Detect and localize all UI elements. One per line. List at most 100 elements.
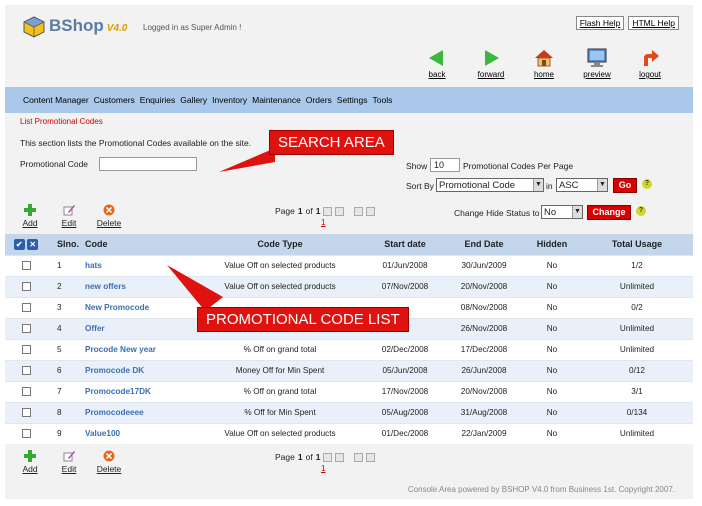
row-end-date: 31/Aug/2008: [445, 401, 523, 423]
add-plus-icon: [24, 450, 36, 462]
first-page-icon[interactable]: [323, 206, 333, 216]
brand-name: BShop V4.0: [49, 16, 127, 36]
preview-button[interactable]: preview: [575, 48, 619, 79]
row-checkbox[interactable]: [21, 282, 31, 292]
row-hidden: No: [523, 338, 581, 360]
menu-customers[interactable]: Customers: [94, 95, 135, 105]
row-total-usage: 1/2: [581, 254, 693, 276]
logout-button[interactable]: logout: [628, 48, 672, 79]
add-plus-icon: [24, 204, 36, 216]
row-checkbox[interactable]: [21, 429, 31, 439]
forward-label: forward: [477, 70, 505, 79]
menu-inventory[interactable]: Inventory: [212, 95, 247, 105]
row-select-cell: [5, 401, 47, 423]
row-slno: 6: [47, 359, 85, 381]
forward-button[interactable]: forward: [469, 48, 513, 79]
row-select-cell: [5, 317, 47, 339]
col-code: Code: [85, 234, 195, 255]
hide-status-value: No: [544, 206, 557, 218]
next-page-icon[interactable]: [354, 452, 364, 462]
row-end-date: 20/Nov/2008: [445, 275, 523, 297]
pager-total: 1: [315, 452, 321, 462]
menu-maintenance[interactable]: Maintenance: [252, 95, 301, 105]
row-code-link[interactable]: Offer: [85, 317, 195, 339]
help-icon[interactable]: ?: [642, 179, 652, 189]
row-checkbox[interactable]: [21, 366, 31, 376]
table-row: 9 Value100 Value Off on selected product…: [5, 422, 693, 444]
prev-page-icon[interactable]: [335, 206, 345, 216]
delete-button[interactable]: Delete: [95, 204, 123, 228]
back-arrow-icon: [429, 50, 443, 66]
page-1-link[interactable]: 1: [321, 464, 325, 473]
table-header-row: ✔ ✕ Slno. Code Code Type Start date End …: [5, 234, 693, 255]
home-icon: [535, 50, 553, 67]
row-code-link[interactable]: Promocode DK: [85, 359, 195, 381]
promo-list-callout: PROMOTIONAL CODE LIST: [197, 307, 409, 332]
flash-help-link[interactable]: Flash Help: [575, 16, 625, 30]
table-row: 5 Procode New year % Off on grand total …: [5, 338, 693, 360]
help-links: Flash Help HTML Help: [575, 16, 679, 30]
table-row: 2 new offers Value Off on selected produ…: [5, 275, 693, 297]
logout-arrow-icon: [644, 50, 659, 66]
row-start-date: 01/Dec/2008: [365, 422, 445, 444]
row-checkbox[interactable]: [21, 387, 31, 397]
sort-by-label: Sort By: [406, 181, 434, 191]
per-page-input[interactable]: 10: [430, 158, 460, 172]
home-button[interactable]: home: [522, 48, 566, 79]
menu-enquiries[interactable]: Enquiries: [140, 95, 175, 105]
row-code-link[interactable]: Promocode17DK: [85, 380, 195, 402]
html-help-link[interactable]: HTML Help: [628, 16, 679, 30]
row-end-date: 26/Jun/2008: [445, 359, 523, 381]
row-code-link[interactable]: Procode New year: [85, 338, 195, 360]
menu-tools[interactable]: Tools: [373, 95, 393, 105]
home-label: home: [533, 70, 554, 79]
go-button[interactable]: Go: [613, 178, 637, 193]
row-checkbox[interactable]: [21, 345, 31, 355]
edit-button-bottom[interactable]: Edit: [55, 450, 83, 474]
row-checkbox[interactable]: [21, 408, 31, 418]
help-icon[interactable]: ?: [636, 206, 646, 216]
add-button[interactable]: Add: [16, 204, 44, 228]
row-checkbox[interactable]: [21, 324, 31, 334]
menu-settings[interactable]: Settings: [337, 95, 368, 105]
check-all-icon[interactable]: ✔: [13, 238, 25, 250]
row-start-date: 02/Dec/2008: [365, 338, 445, 360]
row-hidden: No: [523, 422, 581, 444]
edit-label: Edit: [61, 464, 77, 474]
sort-by-select[interactable]: Promotional Code ▼: [436, 178, 544, 192]
row-code-link[interactable]: Value100: [85, 422, 195, 444]
row-hidden: No: [523, 275, 581, 297]
pager-bottom: Page 1 of 1: [275, 452, 376, 462]
per-page-label: Promotional Codes Per Page: [463, 161, 574, 171]
row-checkbox[interactable]: [21, 303, 31, 313]
prev-page-icon[interactable]: [335, 452, 345, 462]
row-total-usage: Unlimited: [581, 422, 693, 444]
back-button[interactable]: back: [415, 48, 459, 79]
edit-button[interactable]: Edit: [55, 204, 83, 228]
first-page-icon[interactable]: [323, 452, 333, 462]
last-page-icon[interactable]: [366, 452, 376, 462]
last-page-icon[interactable]: [366, 206, 376, 216]
menu-orders[interactable]: Orders: [306, 95, 332, 105]
next-page-icon[interactable]: [354, 206, 364, 216]
menu-content-manager[interactable]: Content Manager: [23, 95, 89, 105]
change-button[interactable]: Change: [587, 205, 631, 220]
row-checkbox[interactable]: [21, 261, 31, 271]
row-start-date: 05/Jun/2008: [365, 359, 445, 381]
delete-x-icon: [103, 450, 115, 462]
row-total-usage: Unlimited: [581, 275, 693, 297]
row-code-type: Value Off on selected products: [195, 422, 365, 444]
promo-code-label: Promotional Code: [20, 159, 89, 169]
menu-gallery[interactable]: Gallery: [180, 95, 207, 105]
row-start-date: 05/Aug/2008: [365, 401, 445, 423]
uncheck-all-icon[interactable]: ✕: [27, 238, 39, 250]
col-slno: Slno.: [47, 234, 85, 255]
row-code-link[interactable]: Promocodeeee: [85, 401, 195, 423]
delete-button-bottom[interactable]: Delete: [95, 450, 123, 474]
hide-status-select[interactable]: No ▼: [541, 205, 583, 219]
add-button-bottom[interactable]: Add: [16, 450, 44, 474]
row-hidden: No: [523, 254, 581, 276]
sort-order-select[interactable]: ASC ▼: [556, 178, 608, 192]
promo-code-input[interactable]: [99, 157, 197, 171]
page-1-link[interactable]: 1: [321, 218, 325, 227]
